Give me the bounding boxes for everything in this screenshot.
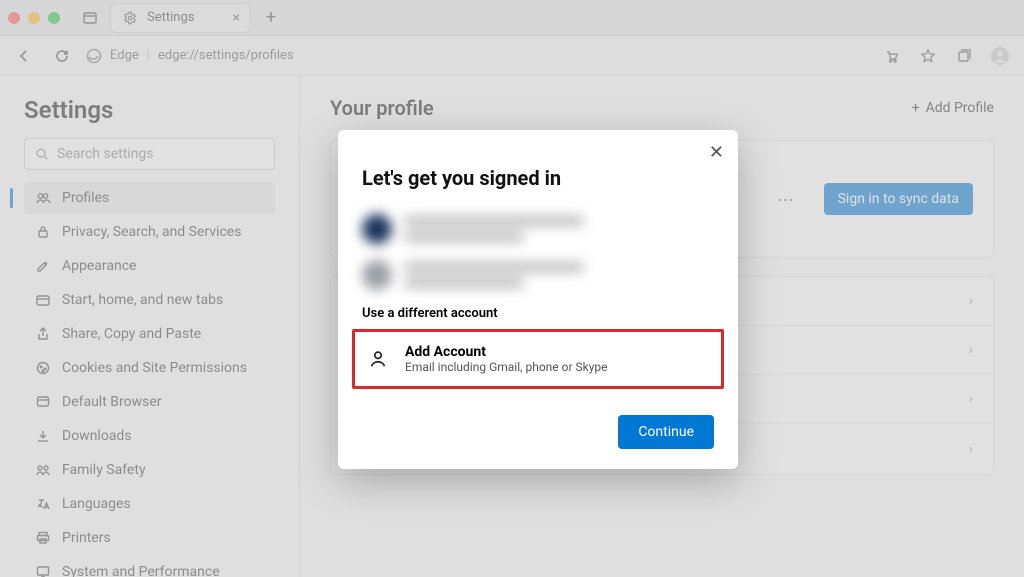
account-option-blurred-1[interactable] <box>362 214 714 244</box>
browser-window: Settings × + Edge | edge://settings/prof… <box>0 0 1024 577</box>
sign-in-dialog: ✕ Let's get you signed in Use a differen… <box>338 130 738 469</box>
dialog-close-button[interactable]: ✕ <box>709 142 724 163</box>
different-account-label: Use a different account <box>362 306 714 321</box>
add-account-subtitle: Email including Gmail, phone or Skype <box>405 360 608 374</box>
account-option-blurred-2[interactable] <box>362 260 714 290</box>
add-account-option[interactable]: Add Account Email including Gmail, phone… <box>352 329 724 389</box>
continue-button[interactable]: Continue <box>618 415 714 449</box>
dialog-title: Let's get you signed in <box>362 166 714 190</box>
add-account-title: Add Account <box>405 344 608 360</box>
person-add-icon <box>365 346 391 372</box>
dialog-actions: Continue <box>362 415 714 449</box>
add-account-texts: Add Account Email including Gmail, phone… <box>405 344 608 374</box>
